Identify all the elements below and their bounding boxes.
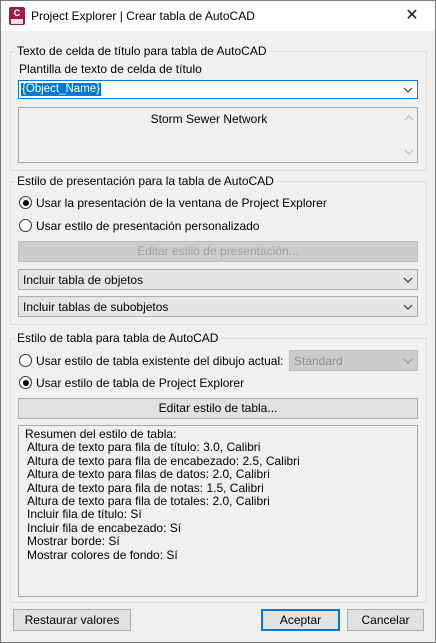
window-title: Project Explorer | Crear tabla de AutoCA…: [31, 9, 255, 23]
existing-style-combo[interactable]: Standard: [289, 350, 418, 371]
radio-custom-presentation[interactable]: [19, 219, 32, 232]
summary-line: Altura de texto para filas de datos: 2.0…: [27, 467, 270, 482]
summary-line: Incluir fila de título: Sí: [27, 507, 142, 522]
radio-pe-style-label[interactable]: Usar estilo de tabla de Project Explorer: [36, 376, 244, 390]
title-cell-group-label: Texto de celda de título para tabla de A…: [17, 44, 267, 58]
title-template-value[interactable]: {Object_Name}: [21, 83, 101, 96]
autocad-app-icon: C: [9, 7, 25, 25]
title-template-combo[interactable]: {Object_Name}: [18, 80, 418, 99]
summary-line: Incluir fila de encabezado: Sí: [27, 520, 182, 535]
include-objects-value[interactable]: Incluir tabla de objetos: [23, 273, 143, 287]
chevron-down-icon[interactable]: [403, 86, 413, 94]
summary-line: Mostrar colores de fondo: Sí: [27, 547, 178, 562]
include-subobjects-value[interactable]: Incluir tablas de subobjetos: [23, 300, 168, 314]
presentation-group-label: Estilo de presentación para la tabla de …: [17, 174, 274, 188]
table-style-summary: Resumen del estilo de tabla: Altura de t…: [18, 425, 418, 597]
title-bar: C Project Explorer | Crear tabla de Auto…: [1, 1, 435, 31]
summary-line: Altura de texto para fila de título: 3.0…: [27, 440, 261, 455]
accept-button[interactable]: Aceptar: [261, 609, 340, 631]
template-label: Plantilla de texto de celda de título: [19, 62, 202, 76]
title-preview-text: Storm Sewer Network: [150, 112, 268, 126]
radio-custom-presentation-label[interactable]: Usar estilo de presentación personalizad…: [36, 219, 259, 233]
restore-values-button[interactable]: Restaurar valores: [13, 609, 131, 631]
title-preview-box: Storm Sewer Network: [18, 107, 418, 163]
summary-title: Resumen del estilo de tabla:: [25, 427, 177, 441]
chevron-down-icon[interactable]: [403, 276, 413, 284]
radio-existing-style[interactable]: [19, 354, 32, 367]
chevron-down-icon[interactable]: [403, 357, 413, 365]
app-icon-letter: C: [13, 8, 21, 18]
summary-line: Altura de texto para fila de totales: 2.…: [27, 494, 270, 509]
cancel-button[interactable]: Cancelar: [347, 609, 424, 631]
summary-line: Altura de texto para fila de encabezado:…: [27, 453, 300, 468]
summary-line: Mostrar borde: Sí: [27, 534, 120, 549]
existing-style-value[interactable]: Standard: [294, 354, 343, 368]
edit-table-style-button[interactable]: Editar estilo de tabla...: [18, 398, 418, 419]
close-icon[interactable]: ✕: [389, 1, 435, 31]
radio-window-presentation[interactable]: [19, 196, 32, 209]
radio-existing-style-label[interactable]: Usar estilo de tabla existente del dibuj…: [36, 354, 283, 368]
dialog-window: C Project Explorer | Crear tabla de Auto…: [0, 0, 436, 643]
radio-window-presentation-label[interactable]: Usar la presentación de la ventana de Pr…: [36, 196, 327, 210]
chevron-down-icon[interactable]: [403, 303, 413, 311]
edit-presentation-button[interactable]: Editar estilo de presentación...: [18, 241, 418, 262]
summary-line: Altura de texto para fila de notas: 1.5,…: [27, 480, 264, 495]
include-objects-combo[interactable]: Incluir tabla de objetos: [18, 269, 418, 290]
table-style-group-label: Estilo de tabla para tabla de AutoCAD: [17, 331, 219, 345]
include-subobjects-combo[interactable]: Incluir tablas de subobjetos: [18, 296, 418, 317]
radio-pe-style[interactable]: [19, 376, 32, 389]
preview-scrollbar[interactable]: [401, 108, 417, 162]
